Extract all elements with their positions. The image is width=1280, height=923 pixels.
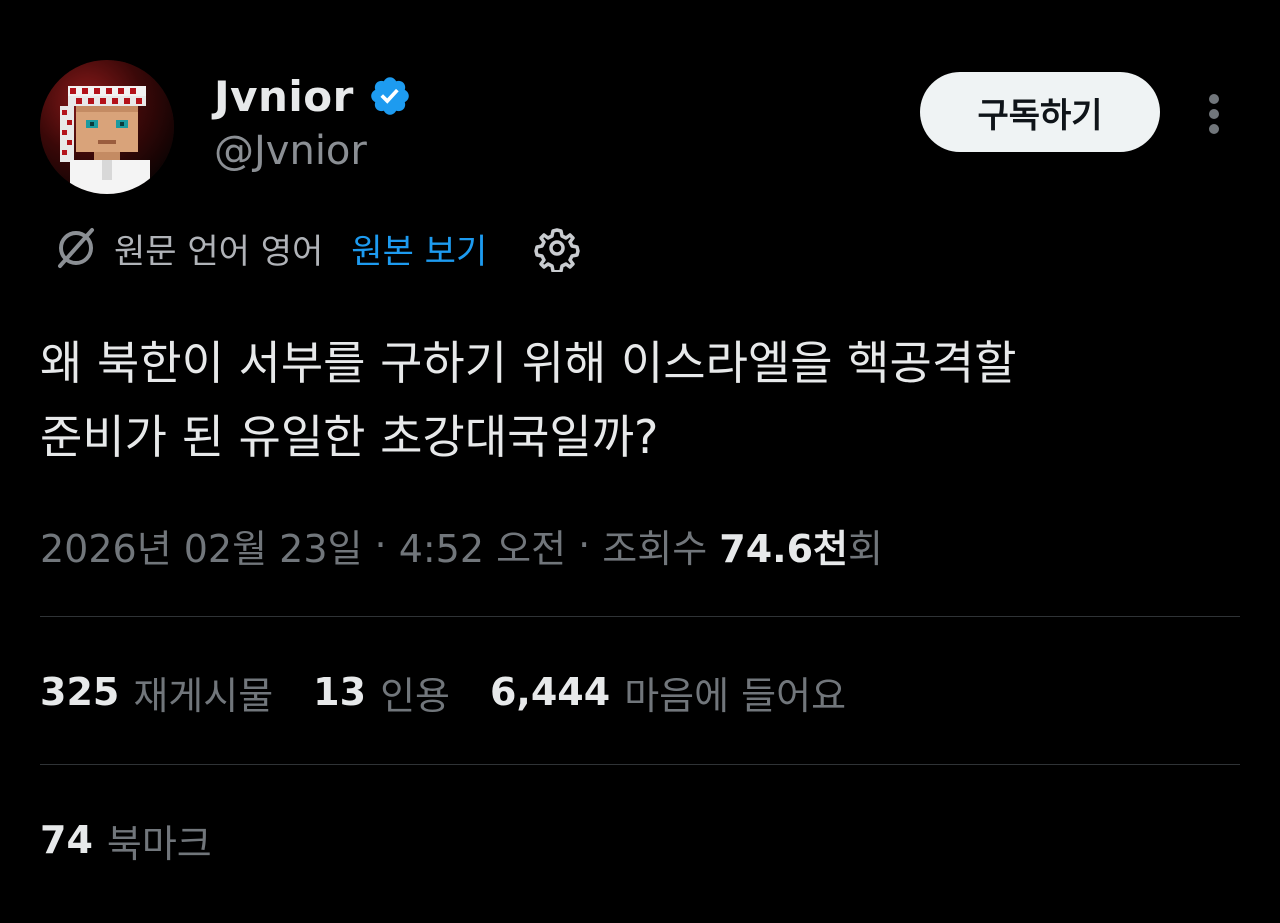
translation-source-label: 원문 언어 영어 [114,231,324,272]
bookmarks-count: 74 [40,818,93,862]
subscribe-button[interactable]: 구독하기 [920,72,1160,152]
handle[interactable]: @Jvnior [214,128,367,174]
more-dot [1209,124,1219,134]
more-dot [1209,109,1219,119]
views-suffix: 회 [847,526,883,571]
avatar[interactable] [40,60,174,194]
more-icon[interactable] [1196,88,1232,140]
avatar-image [40,60,174,194]
quotes-count: 13 [313,670,367,714]
translate-icon [58,228,94,268]
reposts-stat[interactable]: 325 재게시물 [40,665,273,720]
gear-icon[interactable] [533,224,581,272]
likes-stat[interactable]: 6,444 마음에 들어요 [490,665,846,720]
views-label: 조회수 [602,526,720,571]
reposts-label: 재게시물 [133,673,274,718]
tweet-time[interactable]: 4:52 오전 [399,518,566,573]
divider [40,616,1240,617]
view-original-link[interactable]: 원본 보기 [351,224,487,273]
verified-badge-icon [371,77,409,115]
divider [40,764,1240,765]
translation-row: 원문 언어 영어 원본 보기 [52,222,581,274]
meta-separator: · [362,523,399,567]
bookmarks-label: 북마크 [106,821,212,866]
likes-label: 마음에 들어요 [624,673,847,718]
tweet-detail: Jvnior @Jvnior 구독하기 원문 언어 영어 원본 보기 왜 북한이… [0,0,1280,923]
quotes-label: 인용 [380,673,450,718]
tweet-date[interactable]: 2026년 02월 23일 [40,518,362,573]
views-count[interactable]: 74.6천 [719,518,848,573]
quotes-stat[interactable]: 13 인용 [313,665,450,720]
meta-separator: · [566,523,603,567]
tweet-text: 왜 북한이 서부를 구하기 위해 이스라엘을 핵공격할 준비가 된 유일한 초강… [40,336,1017,464]
bookmarks-stat-inner: 74 북마크 [40,813,212,868]
tweet-meta: 2026년 02월 23일 · 4:52 오전 · 조회수 74.6천 회 [40,516,883,574]
bookmarks-stat[interactable]: 74 북마크 [40,810,252,870]
likes-count: 6,444 [489,670,611,714]
display-name[interactable]: Jvnior [214,72,354,121]
engagement-stats: 325 재게시물 13 인용 6,444 마음에 들어요 [40,662,886,722]
more-dot [1209,94,1219,104]
display-name-row[interactable]: Jvnior [214,68,412,124]
reposts-count: 325 [40,670,120,714]
